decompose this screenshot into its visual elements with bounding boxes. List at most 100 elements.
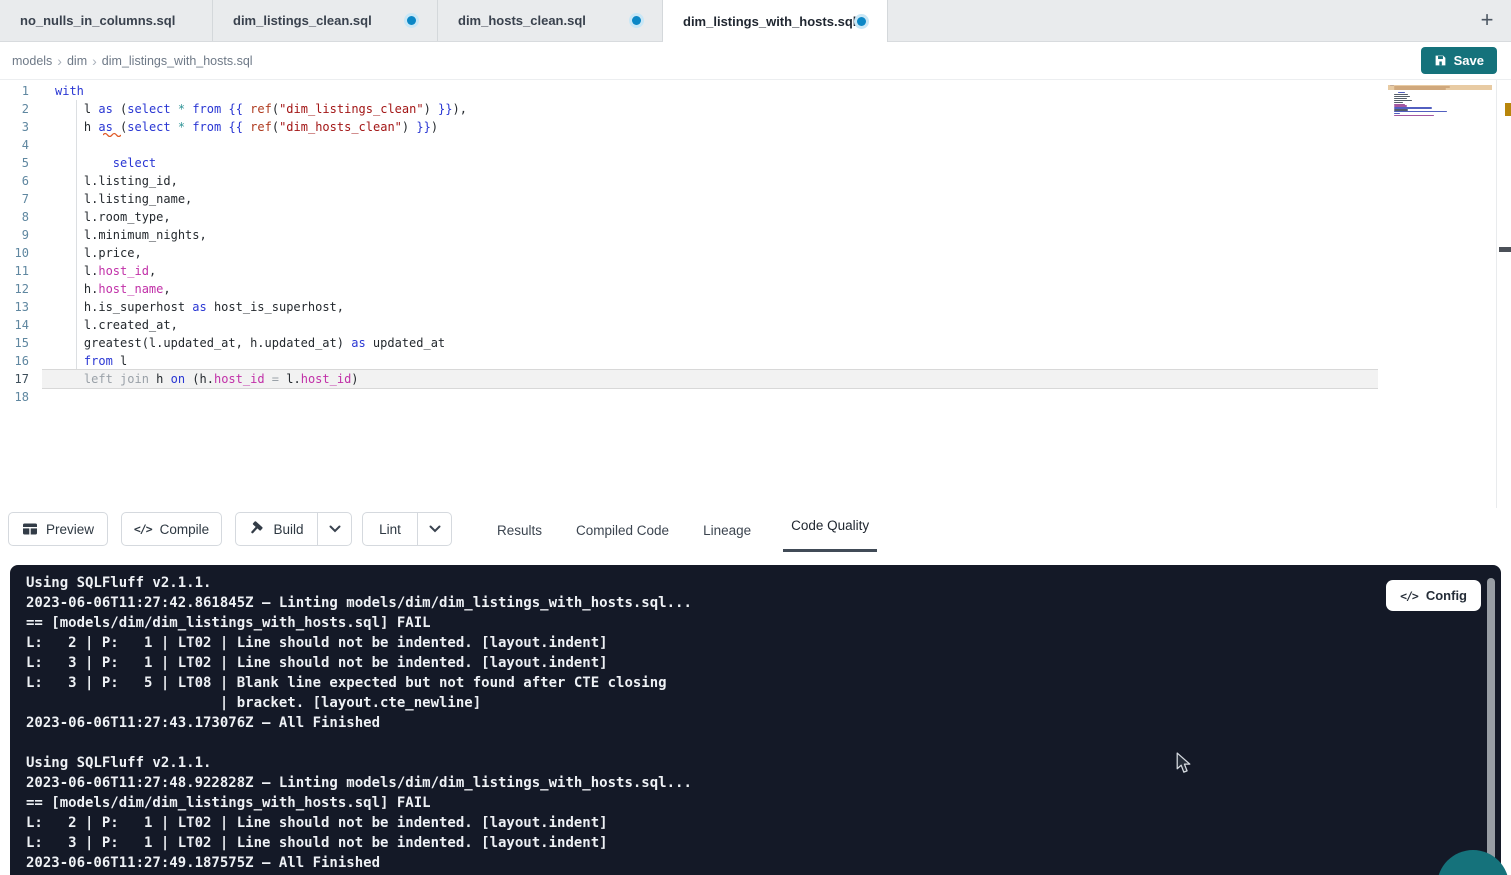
config-button[interactable]: </> Config: [1386, 580, 1481, 611]
code-line[interactable]: 1with: [0, 82, 1511, 100]
code-line[interactable]: 8 l.room_type,: [0, 208, 1511, 226]
line-number: 16: [0, 352, 29, 370]
breadcrumb-item[interactable]: dim_listings_with_hosts.sql: [102, 54, 253, 68]
code-icon: </>: [1400, 589, 1418, 603]
code-text: h.host_name,: [29, 280, 171, 298]
code-text: left join h on (h.host_id = l.host_id): [29, 370, 359, 388]
editor-scroll-track: [1496, 80, 1497, 508]
code-text: [29, 136, 55, 154]
code-line[interactable]: 16 from l: [0, 352, 1511, 370]
file-tabs: no_nulls_in_columns.sql dim_listings_clea…: [0, 0, 888, 41]
code-line[interactable]: 4: [0, 136, 1511, 154]
panel-tab-compiled-code[interactable]: Compiled Code: [574, 508, 671, 552]
minimap[interactable]: [1388, 83, 1492, 203]
code-line[interactable]: 6 l.listing_id,: [0, 172, 1511, 190]
terminal-line: == [models/dim/dim_listings_with_hosts.s…: [26, 793, 1501, 813]
breadcrumb-separator: ›: [92, 54, 97, 68]
line-number: 10: [0, 244, 29, 262]
chevron-down-icon: [429, 525, 441, 533]
preview-label: Preview: [46, 522, 94, 537]
line-number: 8: [0, 208, 29, 226]
line-number: 9: [0, 226, 29, 244]
unsaved-changes-dot: [407, 16, 416, 25]
code-line[interactable]: 10 l.price,: [0, 244, 1511, 262]
build-dropdown-button[interactable]: [317, 513, 351, 545]
build-button[interactable]: Build: [236, 513, 317, 545]
line-number: 17: [0, 370, 29, 388]
unsaved-changes-dot: [632, 16, 641, 25]
line-number: 15: [0, 334, 29, 352]
terminal-output[interactable]: Using SQLFluff v2.1.1.2023-06-06T11:27:4…: [10, 565, 1501, 875]
terminal-line: 2023-06-06T11:27:49.187575Z — All Finish…: [26, 853, 1501, 873]
save-button[interactable]: Save: [1421, 47, 1497, 74]
code-line[interactable]: 11 l.host_id,: [0, 262, 1511, 280]
file-tab-label: dim_listings_clean.sql: [233, 13, 372, 28]
code-line[interactable]: 3 h as (select * from {{ ref("dim_hosts_…: [0, 118, 1511, 136]
breadcrumb: models › dim › dim_listings_with_hosts.sql: [0, 54, 255, 68]
code-text: h as (select * from {{ ref("dim_hosts_cl…: [29, 118, 438, 136]
code-text: l.price,: [29, 244, 142, 262]
minimap-line: [1394, 100, 1412, 101]
terminal-line: L: 3 | P: 1 | LT02 | Line should not be …: [26, 833, 1501, 853]
minimap-line: [1394, 98, 1407, 99]
breadcrumb-item[interactable]: dim: [67, 54, 87, 68]
panel-tab-lineage[interactable]: Lineage: [701, 508, 753, 552]
action-bar: Preview </> Compile Build: [0, 508, 1511, 552]
terminal-line: 2023-06-06T11:27:42.861845Z — Linting mo…: [26, 593, 1501, 613]
code-text: from l: [29, 352, 127, 370]
preview-button[interactable]: Preview: [8, 512, 108, 546]
save-label: Save: [1454, 53, 1484, 68]
code-text: with: [29, 82, 84, 100]
line-number: 3: [0, 118, 29, 136]
code-text: l.host_id,: [29, 262, 156, 280]
terminal-line: L: 3 | P: 5 | LT08 | Blank line expected…: [26, 673, 1501, 693]
code-text: l.listing_name,: [29, 190, 192, 208]
line-number: 14: [0, 316, 29, 334]
file-tab[interactable]: no_nulls_in_columns.sql: [0, 0, 213, 41]
code-text: h.is_superhost as host_is_superhost,: [29, 298, 344, 316]
panel-tab-code-quality[interactable]: Code Quality: [783, 508, 877, 552]
code-line[interactable]: 13 h.is_superhost as host_is_superhost,: [0, 298, 1511, 316]
breadcrumb-item[interactable]: models: [12, 54, 52, 68]
line-number: 6: [0, 172, 29, 190]
editor-tab-bar: no_nulls_in_columns.sql dim_listings_clea…: [0, 0, 1511, 42]
compile-button[interactable]: </> Compile: [121, 512, 222, 546]
new-tab-button[interactable]: +: [1473, 6, 1501, 34]
save-icon: [1434, 54, 1447, 67]
code-line[interactable]: 15 greatest(l.updated_at, h.updated_at) …: [0, 334, 1511, 352]
code-editor[interactable]: 1with2 l as (select * from {{ ref("dim_l…: [0, 80, 1511, 508]
code-line[interactable]: 7 l.listing_name,: [0, 190, 1511, 208]
code-line[interactable]: 14 l.created_at,: [0, 316, 1511, 334]
code-line[interactable]: 12 h.host_name,: [0, 280, 1511, 298]
file-tab-label: no_nulls_in_columns.sql: [20, 13, 175, 28]
hammer-icon: [249, 521, 265, 537]
code-line[interactable]: 2 l as (select * from {{ ref("dim_listin…: [0, 100, 1511, 118]
panel-tab-results[interactable]: Results: [495, 508, 544, 552]
file-tab[interactable]: dim_hosts_clean.sql: [438, 0, 663, 41]
table-icon: [22, 521, 38, 537]
dbt-ide-window: no_nulls_in_columns.sql dim_listings_clea…: [0, 0, 1511, 875]
line-number: 1: [0, 82, 29, 100]
terminal-log: Using SQLFluff v2.1.1.2023-06-06T11:27:4…: [26, 573, 1501, 873]
line-number: 13: [0, 298, 29, 316]
terminal-line: [26, 733, 1501, 753]
code-line[interactable]: 9 l.minimum_nights,: [0, 226, 1511, 244]
file-tab[interactable]: dim_listings_clean.sql: [213, 0, 438, 41]
file-tab-label: dim_listings_with_hosts.sql: [683, 14, 856, 29]
minimap-line: [1394, 115, 1434, 116]
terminal-line: == [models/dim/dim_listings_with_hosts.s…: [26, 613, 1501, 633]
code-text: [29, 388, 55, 406]
line-number: 2: [0, 100, 29, 118]
code-line[interactable]: 18: [0, 388, 1511, 406]
breadcrumb-separator: ›: [57, 54, 62, 68]
terminal-line: 2023-06-06T11:27:43.173076Z — All Finish…: [26, 713, 1501, 733]
code-text: l as (select * from {{ ref("dim_listings…: [29, 100, 467, 118]
code-line[interactable]: 5 select: [0, 154, 1511, 172]
file-tab[interactable]: dim_listings_with_hosts.sql: [663, 0, 888, 42]
lint-button[interactable]: Lint: [363, 513, 417, 545]
lint-dropdown-button[interactable]: [417, 513, 451, 545]
chevron-down-icon: [329, 525, 341, 533]
terminal-scrollbar[interactable]: [1487, 578, 1495, 875]
code-text: greatest(l.updated_at, h.updated_at) as …: [29, 334, 445, 352]
code-line[interactable]: 17 left join h on (h.host_id = l.host_id…: [0, 370, 1511, 388]
